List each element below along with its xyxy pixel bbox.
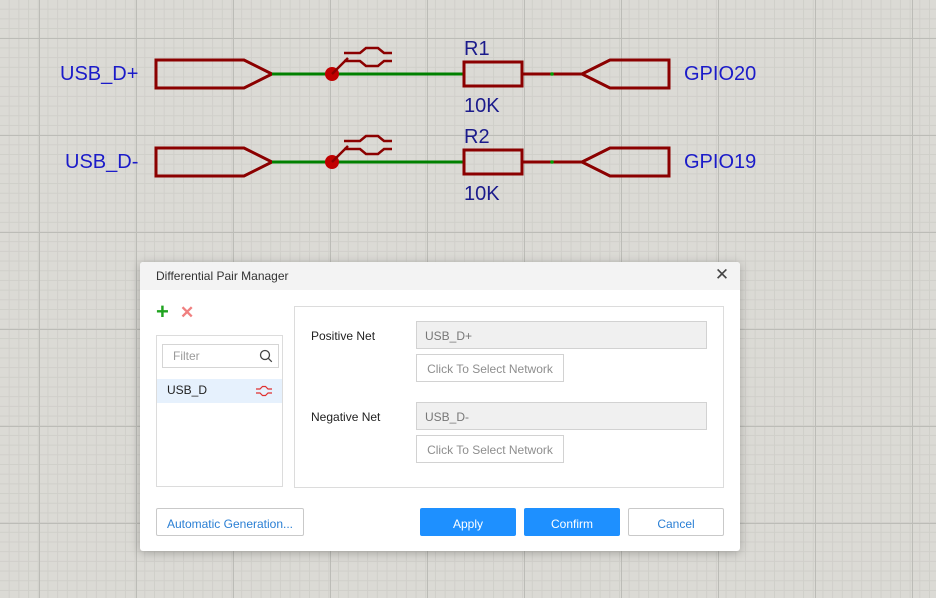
filter-input[interactable] — [163, 345, 265, 367]
diff-pair-flag-icon — [331, 134, 392, 163]
automatic-generation-button[interactable]: Automatic Generation... — [156, 508, 304, 536]
pin-dot — [550, 72, 554, 76]
negative-net-label: Negative Net — [311, 410, 381, 424]
net-row-usb-dp: USB_D+ R1 10K GPIO20 — [60, 38, 756, 117]
positive-net-field: USB_D+ — [416, 321, 707, 349]
positive-net-label: Positive Net — [311, 329, 376, 343]
net-label-usb-dp[interactable]: USB_D+ — [60, 63, 138, 85]
port-usb-dm[interactable] — [154, 146, 276, 178]
pair-list-item[interactable]: USB_D — [157, 379, 282, 403]
diff-pair-flag-icon — [331, 46, 392, 75]
pair-detail-panel: Positive Net USB_D+ Click To Select Netw… — [294, 306, 724, 488]
resistor-r2[interactable] — [462, 148, 524, 176]
differential-pair-dialog: Differential Pair Manager ✕ + ✕ USB_D Po… — [140, 262, 740, 551]
positive-select-network-button[interactable]: Click To Select Network — [416, 354, 564, 382]
dialog-header[interactable]: Differential Pair Manager ✕ — [140, 262, 740, 290]
cancel-button[interactable]: Cancel — [628, 508, 724, 536]
apply-button[interactable]: Apply — [420, 508, 516, 536]
pair-name: USB_D — [167, 383, 208, 397]
net-label-gpio20[interactable]: GPIO20 — [684, 63, 756, 85]
port-gpio19[interactable] — [578, 146, 671, 178]
net-label-gpio19[interactable]: GPIO19 — [684, 151, 756, 173]
pin-dot — [550, 160, 554, 164]
value-r2[interactable]: 10K — [464, 183, 500, 205]
negative-select-network-button[interactable]: Click To Select Network — [416, 435, 564, 463]
close-icon[interactable]: ✕ — [714, 266, 730, 284]
confirm-button[interactable]: Confirm — [524, 508, 620, 536]
delete-pair-icon[interactable]: ✕ — [180, 304, 194, 322]
negative-net-field: USB_D- — [416, 402, 707, 430]
ref-r1[interactable]: R1 — [464, 38, 490, 60]
ref-r2[interactable]: R2 — [464, 126, 490, 148]
net-label-usb-dm[interactable]: USB_D- — [65, 151, 138, 173]
filter-box — [162, 344, 279, 368]
resistor-r1[interactable] — [462, 60, 524, 88]
add-pair-icon[interactable]: + — [156, 301, 169, 323]
port-usb-dp[interactable] — [154, 58, 276, 90]
search-icon[interactable] — [259, 349, 273, 363]
value-r1[interactable]: 10K — [464, 95, 500, 117]
dialog-title: Differential Pair Manager — [156, 269, 289, 283]
port-gpio20[interactable] — [578, 58, 671, 90]
differential-pair-icon — [256, 385, 272, 397]
net-row-usb-dm: USB_D- R2 10K GPIO19 — [65, 126, 756, 205]
pair-list-panel: USB_D — [156, 335, 283, 487]
